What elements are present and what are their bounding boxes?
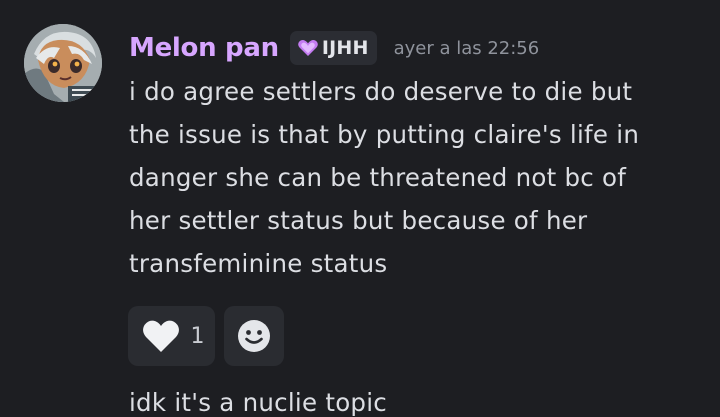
chat-message: Melon pan IJHH ayer a las 22:56 i do agr…	[0, 0, 720, 417]
message-line: i do agree settlers do deserve to die bu…	[129, 77, 633, 106]
add-reaction-smiley-icon	[238, 320, 270, 352]
reaction-count: 1	[190, 323, 205, 349]
purple-heart-icon	[297, 39, 318, 56]
white-heart-icon	[142, 320, 179, 352]
add-reaction-button[interactable]	[224, 306, 284, 366]
message-line: her settler status but because of her	[129, 206, 588, 235]
server-tag-text: IJHH	[321, 37, 369, 59]
reactions-bar: 1	[128, 306, 284, 366]
username[interactable]: Melon pan	[129, 33, 279, 63]
message-content: i do agree settlers do deserve to die bu…	[129, 70, 709, 285]
timestamp[interactable]: ayer a las 22:56	[394, 38, 540, 59]
message-line: transfeminine status	[129, 249, 388, 278]
next-message-text: idk it's a nuclie topic	[129, 388, 388, 417]
message-line: the issue is that by putting claire's li…	[129, 120, 640, 149]
message-line: danger she can be threatened not bc of	[129, 163, 627, 192]
server-tag-badge[interactable]: IJHH	[289, 31, 377, 65]
heart-reaction-button[interactable]: 1	[128, 306, 215, 366]
anime-avatar-image	[24, 24, 102, 102]
avatar[interactable]	[24, 24, 102, 102]
message-header: Melon pan IJHH ayer a las 22:56	[129, 28, 539, 68]
